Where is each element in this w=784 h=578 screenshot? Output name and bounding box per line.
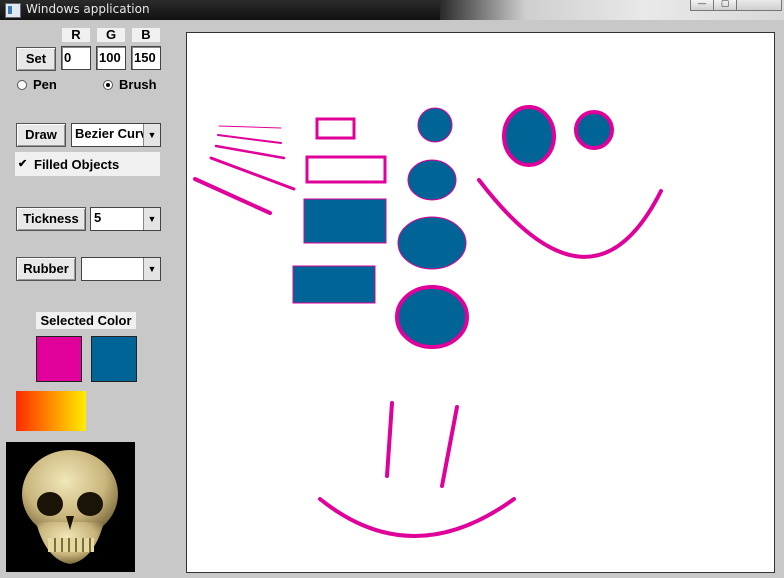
line-shape [385,401,394,478]
pen-radio-label: Pen [33,77,57,92]
rectangle-shape [305,155,387,184]
brush-radio-label: Brush [119,77,157,92]
filled-rectangle-shape [292,265,376,304]
rubber-select[interactable]: ▼ [81,257,161,281]
filled-objects-label: Filled Objects [34,156,120,172]
line-shape [193,177,272,215]
g-label: G [97,28,125,42]
set-color-button[interactable]: Set [16,47,56,71]
thickness-select-value: 5 [94,210,102,225]
chevron-down-icon[interactable]: ▼ [143,258,160,280]
thickness-button[interactable]: Tickness [16,207,86,231]
bezier-curve-shape [477,178,663,259]
red-value-field[interactable]: 0 [61,46,91,70]
skull-icon [22,450,118,564]
close-button[interactable] [736,0,782,11]
brush-radio[interactable]: Brush [103,77,157,92]
brush-radio-indicator [103,79,113,90]
filled-rectangle-shape [303,198,387,244]
blue-value-field[interactable]: 150 [131,46,161,70]
app-icon [5,3,21,18]
title-bar: Windows application — ▢ [0,0,784,20]
rectangle-shape [315,117,356,140]
window-title: Windows application [26,2,150,16]
gradient-preview [16,391,86,431]
shape-select[interactable]: Bezier Curve ▼ [71,123,161,147]
chevron-down-icon[interactable]: ▼ [143,208,160,230]
filled-ellipse-shape [407,159,457,201]
filled-ellipse-shape [574,110,614,150]
client-area: R G B Set 0 100 150 Pen Brush Draw Bezie… [0,20,784,578]
filled-objects-checkbox[interactable]: ✔ Filled Objects [15,152,160,176]
check-mark-icon: ✔ [18,158,28,170]
minimize-button[interactable]: — [690,0,714,11]
line-shape [214,144,286,160]
filled-ellipse-shape [502,105,556,167]
pen-radio[interactable]: Pen [17,77,57,92]
b-label: B [132,28,160,42]
thickness-select[interactable]: 5 ▼ [90,207,161,231]
drawing-canvas[interactable] [186,32,775,573]
filled-ellipse-shape [397,216,467,270]
skull-image [6,442,135,572]
line-shape [218,125,282,129]
line-shape [209,156,296,191]
filled-ellipse-shape [417,107,453,143]
rubber-button[interactable]: Rubber [16,257,76,281]
line-shape [440,405,459,488]
filled-ellipse-shape [395,285,469,349]
canvas-drawing [193,105,663,538]
maximize-button[interactable]: ▢ [713,0,737,11]
r-label: R [62,28,90,42]
bezier-curve-shape [318,497,516,538]
brush-color-swatch[interactable] [91,336,137,382]
line-shape [217,134,282,144]
pen-radio-indicator [17,79,27,90]
chevron-down-icon[interactable]: ▼ [143,124,160,146]
selected-color-label: Selected Color [36,312,136,329]
green-value-field[interactable]: 100 [96,46,126,70]
pen-color-swatch[interactable] [36,336,82,382]
draw-button[interactable]: Draw [16,123,66,147]
